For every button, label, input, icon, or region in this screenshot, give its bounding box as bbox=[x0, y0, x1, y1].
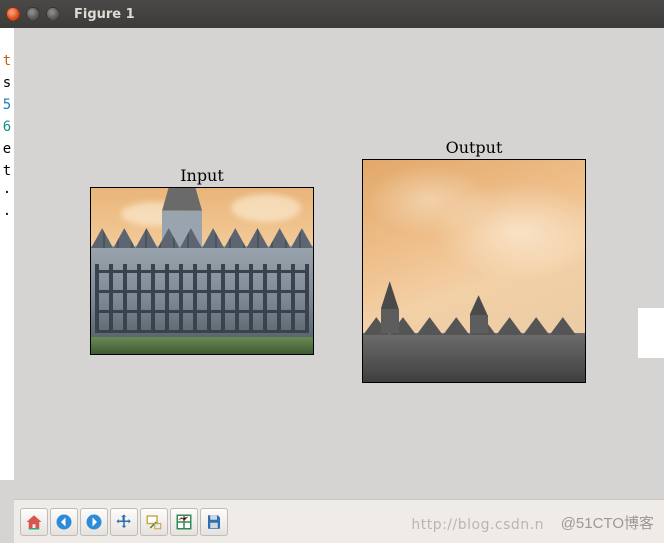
plot-title-output: Output bbox=[362, 138, 586, 157]
mpl-toolbar: http://blog.csdn.n @51CTO博客 bbox=[14, 499, 664, 543]
close-icon[interactable] bbox=[6, 7, 20, 21]
figure-canvas[interactable]: Input 0 100 200 300 400 500 600 700 0 20… bbox=[14, 28, 664, 480]
subplot-output: Output 0 50 100 150 200 250 0 50 100 150… bbox=[362, 138, 586, 383]
forward-button[interactable] bbox=[80, 508, 108, 536]
subplots-button[interactable] bbox=[170, 508, 198, 536]
save-icon bbox=[205, 513, 223, 531]
minimize-icon[interactable] bbox=[26, 7, 40, 21]
axes-output[interactable]: 0 50 100 150 200 250 0 50 100 150 200 25… bbox=[362, 159, 586, 383]
home-icon bbox=[25, 513, 43, 531]
subplots-icon bbox=[175, 513, 193, 531]
yticks-output: 0 50 100 150 200 250 bbox=[362, 160, 363, 382]
save-button[interactable] bbox=[200, 508, 228, 536]
zoom-icon bbox=[145, 513, 163, 531]
back-button[interactable] bbox=[50, 508, 78, 536]
plot-title-input: Input bbox=[90, 166, 314, 185]
watermark-url: http://blog.csdn.n bbox=[411, 517, 544, 533]
subplot-input: Input 0 100 200 300 400 500 600 700 0 20… bbox=[90, 166, 314, 355]
pan-button[interactable] bbox=[110, 508, 138, 536]
xticks-input: 0 200 400 600 800 1000 bbox=[91, 354, 313, 355]
move-icon bbox=[115, 513, 133, 531]
axes-input[interactable]: 0 100 200 300 400 500 600 700 0 200 400 … bbox=[90, 187, 314, 355]
xticks-output: 0 50 100 150 200 250 bbox=[363, 382, 585, 383]
arrow-left-icon bbox=[55, 513, 73, 531]
zoom-button[interactable] bbox=[140, 508, 168, 536]
window-titlebar: Figure 1 bbox=[0, 0, 664, 28]
code-peek-strip: t s 5 6 e t · · bbox=[0, 28, 14, 480]
window-title: Figure 1 bbox=[74, 7, 135, 22]
arrow-right-icon bbox=[85, 513, 103, 531]
home-button[interactable] bbox=[20, 508, 48, 536]
bg-code-peek bbox=[638, 308, 664, 358]
yticks-input: 0 100 200 300 400 500 600 700 bbox=[90, 188, 91, 354]
maximize-icon[interactable] bbox=[46, 7, 60, 21]
watermark: @51CTO博客 bbox=[561, 512, 654, 533]
